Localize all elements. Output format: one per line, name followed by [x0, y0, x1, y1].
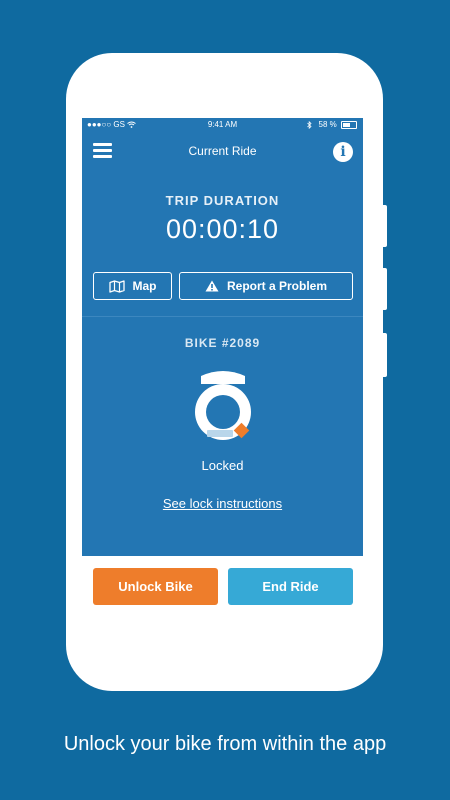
trip-duration-value: 00:00:10 — [165, 214, 280, 244]
unlock-bike-button[interactable]: Unlock Bike — [93, 568, 218, 605]
report-problem-button[interactable]: Report a Problem — [179, 272, 353, 300]
trip-duration-label: TRIP DURATION — [165, 193, 280, 208]
bike-number-label: BIKE #2089 — [184, 336, 261, 350]
phone-side-button — [383, 268, 387, 310]
nav-bar: Current Ride i — [82, 142, 363, 166]
footer-bar: Unlock Bike End Ride — [82, 556, 363, 618]
status-right: 58 % — [307, 118, 357, 132]
promo-caption: Unlock your bike from within the app — [63, 733, 387, 755]
phone-side-button — [383, 205, 387, 247]
page-title: Current Ride — [188, 144, 257, 158]
status-bar: ●●●○○ GS 9:41 AM 58 % — [82, 118, 363, 132]
battery-percent: 58 % — [318, 120, 337, 129]
bike-lock-icon — [187, 368, 259, 448]
map-button[interactable]: Map — [93, 272, 172, 300]
lock-status-text: Locked — [201, 458, 244, 473]
phone-side-button — [383, 333, 387, 377]
map-button-label: Map — [132, 279, 157, 293]
lock-instructions-link[interactable]: See lock instructions — [82, 496, 363, 511]
bluetooth-icon — [307, 120, 312, 130]
section-divider — [82, 316, 363, 317]
end-ride-button[interactable]: End Ride — [228, 568, 353, 605]
report-button-label: Report a Problem — [226, 279, 328, 293]
app-screen: ●●●○○ GS 9:41 AM 58 % Current Ride i TRI… — [82, 118, 363, 618]
warning-triangle-icon — [205, 280, 219, 292]
map-icon — [108, 279, 125, 293]
battery-icon — [341, 120, 357, 129]
info-icon[interactable]: i — [333, 142, 353, 162]
